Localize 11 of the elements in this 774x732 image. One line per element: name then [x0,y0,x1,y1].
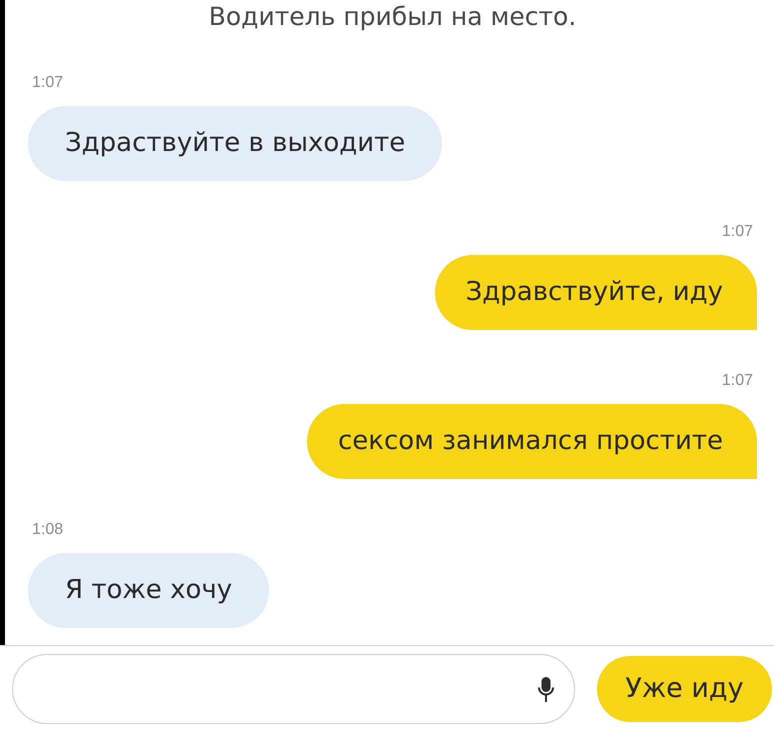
microphone-icon[interactable] [538,676,554,702]
status-heading: Водитель прибыл на место. [208,2,576,32]
message-time: 1:08 [31,521,64,539]
message-bubble: Здраствуйте в выходите [28,106,442,181]
message-time: 1:07 [722,372,754,390]
message-bubble: Здравствуйте, иду [434,255,757,330]
message-bubble: сексом занимался простите [307,404,757,479]
quick-reply-button[interactable]: Уже иду [597,656,772,722]
message-time: 1:07 [722,223,754,241]
message-bubble: Я тоже хочу [28,553,270,628]
message-time: 1:07 [31,74,64,92]
